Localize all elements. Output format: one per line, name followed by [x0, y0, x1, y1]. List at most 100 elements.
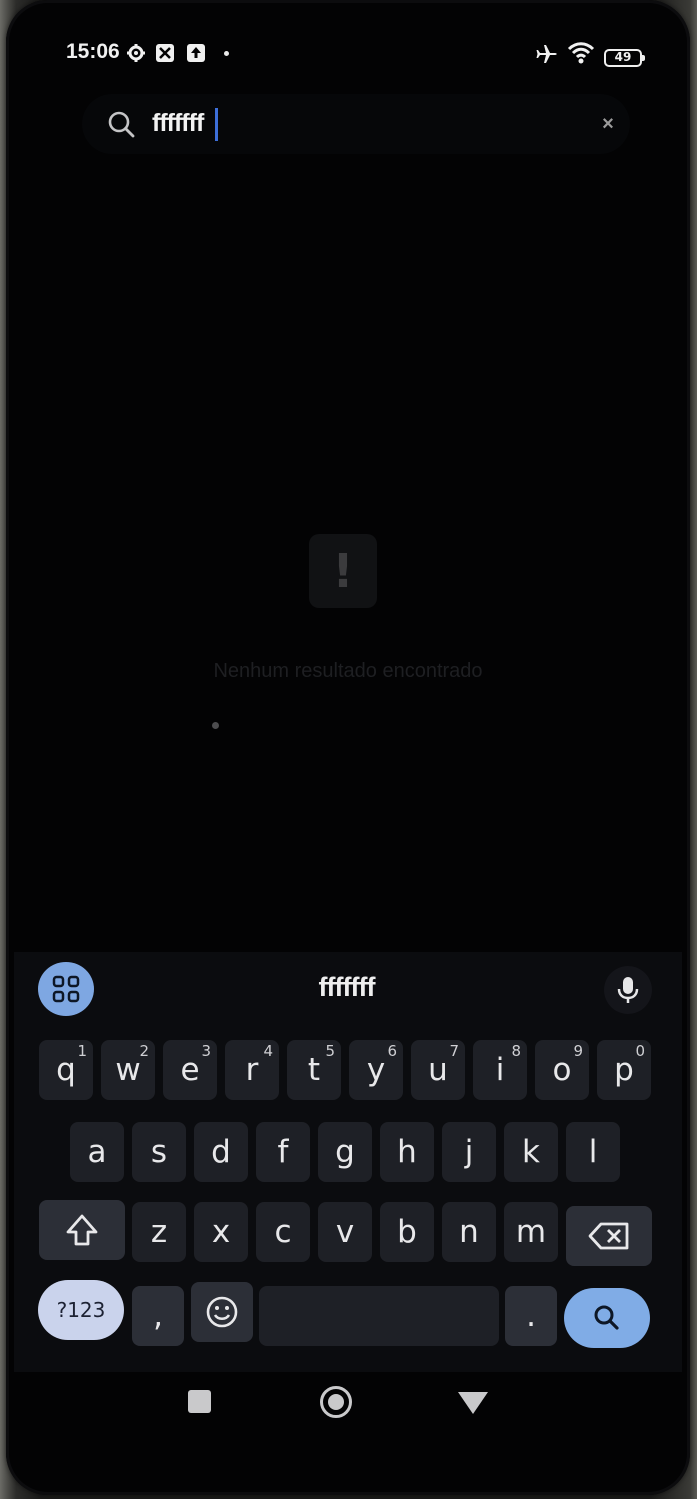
key-hint: 2: [139, 1042, 149, 1060]
keyboard-apps-button[interactable]: [38, 962, 94, 1016]
key-f[interactable]: f: [256, 1122, 310, 1182]
key-label: m: [515, 1214, 547, 1250]
key-t[interactable]: t5: [287, 1040, 341, 1100]
key-label: u: [428, 1052, 448, 1088]
clear-search-button[interactable]: ×: [596, 112, 620, 136]
key-q[interactable]: q1: [39, 1040, 93, 1100]
key-label: o: [552, 1052, 572, 1088]
key-l[interactable]: l: [566, 1122, 620, 1182]
keyboard: fffffff q1w2e3r4t5y6u7i8o9p0 asdfghjkl z…: [14, 952, 682, 1372]
key-u[interactable]: u7: [411, 1040, 465, 1100]
key-label: r: [245, 1052, 259, 1088]
emoji-key[interactable]: [191, 1282, 253, 1342]
notification-dot: [224, 51, 229, 56]
key-label: t: [307, 1052, 321, 1088]
gear-icon: [126, 43, 146, 63]
empty-state-message: Nenhum resultado encontrado: [213, 660, 483, 682]
backspace-icon: [588, 1222, 629, 1250]
key-hint: 6: [387, 1042, 397, 1060]
navigation-bar: [6, 1378, 690, 1428]
emoji-icon: [206, 1296, 238, 1328]
key-hint: 8: [511, 1042, 521, 1060]
space-key[interactable]: [259, 1286, 499, 1346]
key-label: w: [115, 1052, 141, 1088]
comma-key[interactable]: ,: [132, 1286, 184, 1346]
voice-input-button[interactable]: [604, 966, 652, 1014]
key-p[interactable]: p0: [597, 1040, 651, 1100]
upload-icon: [186, 43, 206, 63]
key-hint: 7: [449, 1042, 459, 1060]
key-label: j: [464, 1134, 474, 1170]
key-label: g: [335, 1134, 355, 1170]
key-d[interactable]: d: [194, 1122, 248, 1182]
search-bar: ×: [82, 94, 630, 154]
key-k[interactable]: k: [504, 1122, 558, 1182]
key-label: z: [150, 1214, 168, 1250]
backspace-key[interactable]: [566, 1206, 652, 1266]
text-cursor: [215, 108, 218, 141]
shift-icon: [66, 1214, 98, 1246]
key-label: y: [366, 1052, 386, 1088]
key-g[interactable]: g: [318, 1122, 372, 1182]
period-key-label: .: [526, 1298, 536, 1334]
key-label: v: [335, 1214, 355, 1250]
key-x[interactable]: x: [194, 1202, 248, 1262]
key-v[interactable]: v: [318, 1202, 372, 1262]
search-input[interactable]: [152, 106, 487, 140]
key-hint: 1: [77, 1042, 87, 1060]
phone-screen: 15:06 49 × ! Nenhum resultado enco: [6, 0, 690, 1495]
key-h[interactable]: h: [380, 1122, 434, 1182]
grid-icon: [52, 975, 80, 1003]
exclamation-icon: !: [332, 544, 354, 598]
key-label: p: [614, 1052, 634, 1088]
key-n[interactable]: n: [442, 1202, 496, 1262]
airplane-icon: [534, 42, 558, 66]
key-o[interactable]: o9: [535, 1040, 589, 1100]
suggestion-word[interactable]: fffffff: [214, 972, 479, 1003]
battery-level: 49: [614, 50, 632, 64]
key-label: s: [150, 1134, 168, 1170]
key-b[interactable]: b: [380, 1202, 434, 1262]
home-icon[interactable]: [320, 1386, 352, 1418]
key-i[interactable]: i8: [473, 1040, 527, 1100]
symbols-key[interactable]: ?123: [38, 1280, 124, 1340]
key-j[interactable]: j: [442, 1122, 496, 1182]
key-z[interactable]: z: [132, 1202, 186, 1262]
key-hint: 3: [201, 1042, 211, 1060]
key-c[interactable]: c: [256, 1202, 310, 1262]
key-hint: 9: [573, 1042, 583, 1060]
shift-key[interactable]: [39, 1200, 125, 1260]
key-label: c: [274, 1214, 292, 1250]
key-label: b: [397, 1214, 417, 1250]
key-label: h: [397, 1134, 417, 1170]
wifi-icon: [567, 41, 595, 65]
key-s[interactable]: s: [132, 1122, 186, 1182]
key-m[interactable]: m: [504, 1202, 558, 1262]
key-label: e: [180, 1052, 200, 1088]
period-key[interactable]: .: [505, 1286, 557, 1346]
back-icon[interactable]: [458, 1392, 488, 1414]
key-label: i: [495, 1052, 505, 1088]
keyboard-suggestion-strip: fffffff: [14, 952, 682, 1028]
crossed-square-icon: [155, 43, 175, 63]
search-icon: [106, 109, 136, 139]
key-label: x: [211, 1214, 231, 1250]
touch-indicator-dot: [212, 722, 219, 729]
comma-key-label: ,: [153, 1298, 163, 1334]
microphone-icon: [617, 977, 639, 1003]
status-bar: 15:06 49: [6, 34, 690, 74]
key-a[interactable]: a: [70, 1122, 124, 1182]
key-hint: 0: [635, 1042, 645, 1060]
search-enter-key[interactable]: [564, 1288, 650, 1348]
recents-icon[interactable]: [188, 1390, 211, 1413]
key-e[interactable]: e3: [163, 1040, 217, 1100]
key-y[interactable]: y6: [349, 1040, 403, 1100]
status-time: 15:06: [66, 40, 120, 63]
key-label: q: [56, 1052, 76, 1088]
key-r[interactable]: r4: [225, 1040, 279, 1100]
key-label: k: [522, 1134, 540, 1170]
key-w[interactable]: w2: [101, 1040, 155, 1100]
key-label: d: [211, 1134, 231, 1170]
key-label: f: [277, 1134, 289, 1170]
key-label: l: [588, 1134, 598, 1170]
